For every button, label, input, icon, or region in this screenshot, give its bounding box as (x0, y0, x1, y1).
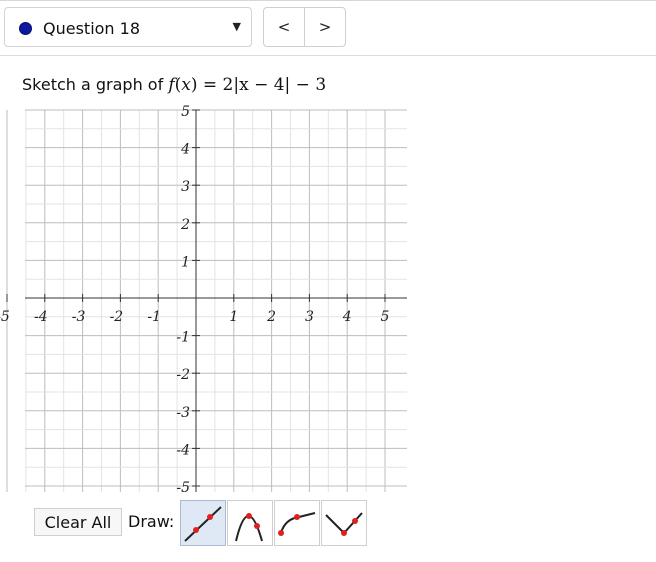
y-tick-label: -3 (176, 405, 190, 421)
prompt-text: Sketch a graph of (22, 75, 164, 94)
status-dot-icon (19, 22, 32, 35)
question-title: Question 18 (43, 19, 141, 38)
x-tick-label: 4 (342, 309, 352, 325)
x-tick-label: -4 (34, 309, 48, 325)
function-rhs: = 2|x − 4| − 3 (202, 75, 327, 95)
absolute-value-tool-button[interactable] (321, 500, 367, 546)
y-tick-label: -1 (176, 330, 190, 346)
previous-question-button[interactable]: < (264, 8, 304, 46)
y-tick-label: 3 (181, 179, 190, 195)
clear-all-button[interactable]: Clear All (34, 508, 122, 536)
y-tick-label: 5 (181, 104, 190, 120)
line-tool-button[interactable] (180, 500, 226, 546)
graph-canvas[interactable]: -5 -4 -3 -2 -1 1 2 3 4 5 5 4 3 2 1 -1 -2 -3 -4 -5 (0, 100, 440, 500)
question-selector[interactable]: Question 18 ▼ (4, 7, 252, 47)
question-prompt: Sketch a graph of f(x) = 2|x − 4| − 3 (22, 75, 326, 95)
parabola-tool-icon (235, 513, 263, 542)
function-name: f (168, 75, 175, 95)
parabola-tool-button[interactable] (227, 500, 273, 546)
y-tick-label: 1 (181, 254, 190, 270)
absolute-value-tool-icon (325, 512, 363, 536)
dropdown-caret-icon: ▼ (232, 20, 241, 33)
y-tick-labels: 5 4 3 2 1 -1 -2 -3 -4 -5 (176, 104, 190, 496)
y-tick-label: -5 (176, 480, 190, 496)
y-tick-label: 2 (180, 217, 190, 233)
x-tick-label: 1 (229, 309, 238, 325)
line-tool-icon (184, 506, 222, 542)
draw-toolbar (180, 500, 368, 546)
question-nav: < > (263, 7, 346, 47)
y-tick-label: -4 (176, 442, 190, 458)
y-tick-label: 4 (180, 142, 190, 158)
x-tick-label: -3 (72, 309, 86, 325)
x-tick-label: -2 (110, 309, 124, 325)
draw-label: Draw: (128, 512, 175, 531)
top-divider (0, 0, 656, 1)
function-expression: f(x) = 2|x − 4| − 3 (168, 75, 327, 95)
x-tick-label: 2 (266, 309, 276, 325)
function-variable: x (181, 75, 191, 95)
x-tick-label: 5 (381, 309, 390, 325)
sqrt-curve-tool-button[interactable] (274, 500, 320, 546)
sqrt-curve-tool-icon (278, 512, 316, 536)
next-question-button[interactable]: > (304, 8, 345, 46)
x-tick-label: 3 (305, 309, 314, 325)
y-tick-label: -2 (176, 367, 190, 383)
x-tick-label: -1 (147, 309, 161, 325)
x-tick-label: -5 (0, 309, 10, 325)
header-divider (0, 55, 656, 56)
